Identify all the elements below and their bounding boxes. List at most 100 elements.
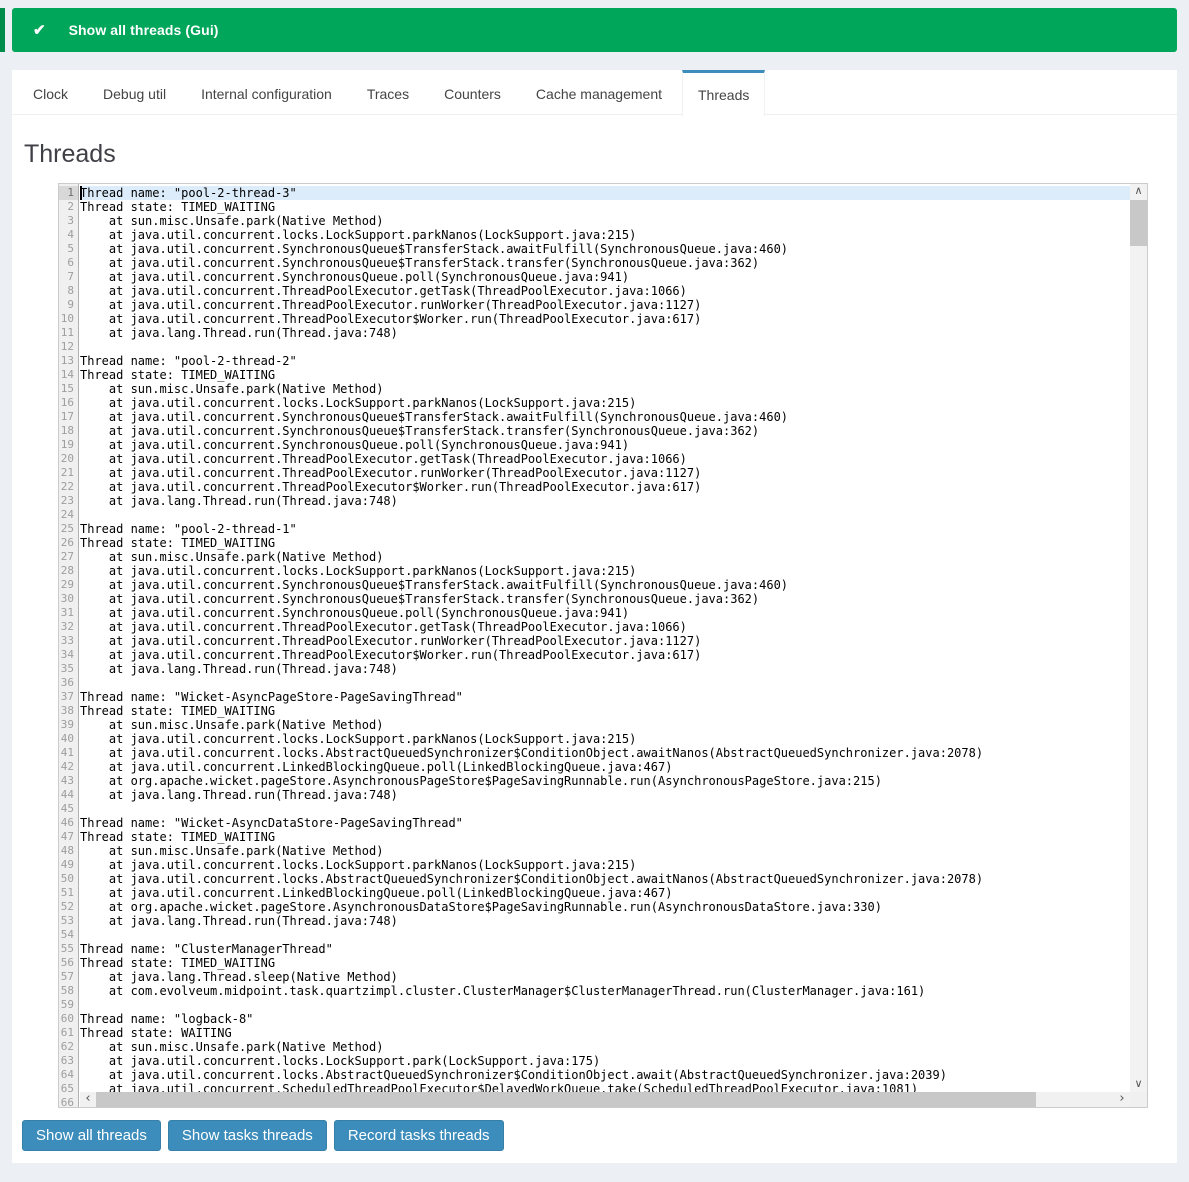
- gutter-line-number: 57: [59, 970, 78, 984]
- show-all-threads-button[interactable]: Show all threads: [22, 1120, 161, 1151]
- tab-traces[interactable]: Traces: [352, 70, 424, 115]
- tab-debug-util[interactable]: Debug util: [88, 70, 181, 115]
- code-line: at java.util.concurrent.ThreadPoolExecut…: [80, 648, 1130, 662]
- code-line: Thread state: TIMED_WAITING: [80, 200, 1130, 214]
- gutter-line-number: 21: [59, 466, 78, 480]
- scroll-left-arrow-icon[interactable]: ‹: [80, 1092, 96, 1107]
- vertical-scrollbar-thumb[interactable]: [1130, 200, 1147, 246]
- action-button-row: Show all threadsShow tasks threadsRecord…: [22, 1120, 504, 1151]
- gutter-line-number: 29: [59, 578, 78, 592]
- gutter-line-number: 65: [59, 1082, 78, 1096]
- tab-cache-management[interactable]: Cache management: [521, 70, 677, 115]
- code-line: at java.util.concurrent.ThreadPoolExecut…: [80, 284, 1130, 298]
- success-banner-message: Show all threads (Gui): [69, 22, 219, 38]
- gutter-line-number: 27: [59, 550, 78, 564]
- code-line: [80, 676, 1130, 690]
- gutter-line-number: 40: [59, 732, 78, 746]
- scrollbar-corner: [1130, 1092, 1147, 1107]
- code-line: at java.util.concurrent.SynchronousQueue…: [80, 424, 1130, 438]
- code-line: at java.lang.Thread.run(Thread.java:748): [80, 788, 1130, 802]
- code-line: Thread name: "logback-8": [80, 1012, 1130, 1026]
- gutter-line-number: 30: [59, 592, 78, 606]
- gutter-line-number: 43: [59, 774, 78, 788]
- code-line: at java.lang.Thread.run(Thread.java:748): [80, 662, 1130, 676]
- gutter-line-number: 44: [59, 788, 78, 802]
- tab-counters[interactable]: Counters: [429, 70, 516, 115]
- gutter-line-number: 58: [59, 984, 78, 998]
- gutter-line-number: 61: [59, 1026, 78, 1040]
- gutter-line-number: 15: [59, 382, 78, 396]
- show-tasks-threads-button[interactable]: Show tasks threads: [168, 1120, 327, 1151]
- code-line: at sun.misc.Unsafe.park(Native Method): [80, 382, 1130, 396]
- code-line: at java.util.concurrent.ThreadPoolExecut…: [80, 634, 1130, 648]
- gutter-line-number: 25: [59, 522, 78, 536]
- code-line: at java.util.concurrent.SynchronousQueue…: [80, 270, 1130, 284]
- gutter-line-number: 4: [59, 228, 78, 242]
- gutter-line-number: 42: [59, 760, 78, 774]
- code-line: [80, 802, 1130, 816]
- record-tasks-threads-button[interactable]: Record tasks threads: [334, 1120, 504, 1151]
- code-line: Thread name: "Wicket-AsyncDataStore-Page…: [80, 816, 1130, 830]
- gutter-line-number: 46: [59, 816, 78, 830]
- thread-dump-editor: 1234567891011121314151617181920212223242…: [58, 183, 1148, 1108]
- code-line: at java.util.concurrent.locks.LockSuppor…: [80, 228, 1130, 242]
- gutter-line-number: 17: [59, 410, 78, 424]
- scroll-up-arrow-icon[interactable]: ∧: [1130, 184, 1147, 200]
- gutter-line-number: 37: [59, 690, 78, 704]
- code-line: at java.util.concurrent.locks.AbstractQu…: [80, 746, 1130, 760]
- gutter-line-number: 10: [59, 312, 78, 326]
- code-area[interactable]: Thread name: "pool-2-thread-3"Thread sta…: [80, 184, 1130, 1107]
- code-line: at java.util.concurrent.SynchronousQueue…: [80, 578, 1130, 592]
- code-line: at sun.misc.Unsafe.park(Native Method): [80, 214, 1130, 228]
- gutter-line-number: 60: [59, 1012, 78, 1026]
- gutter-line-number: 32: [59, 620, 78, 634]
- gutter-line-number: 3: [59, 214, 78, 228]
- code-line: at java.util.concurrent.LinkedBlockingQu…: [80, 760, 1130, 774]
- gutter-line-number: 7: [59, 270, 78, 284]
- tab-card: ClockDebug utilInternal configurationTra…: [12, 70, 1177, 1163]
- gutter-line-number: 48: [59, 844, 78, 858]
- horizontal-scrollbar[interactable]: ‹ ›: [80, 1092, 1130, 1107]
- line-number-gutter: 1234567891011121314151617181920212223242…: [59, 184, 79, 1107]
- scroll-down-arrow-icon[interactable]: ∨: [1130, 1076, 1147, 1092]
- code-line: at java.util.concurrent.ThreadPoolExecut…: [80, 480, 1130, 494]
- gutter-line-number: 23: [59, 494, 78, 508]
- gutter-line-number: 9: [59, 298, 78, 312]
- code-line: Thread name: "pool-2-thread-1": [80, 522, 1130, 536]
- gutter-line-number: 20: [59, 452, 78, 466]
- tab-clock[interactable]: Clock: [18, 70, 83, 115]
- horizontal-scrollbar-thumb[interactable]: [96, 1092, 1036, 1107]
- tab-internal-configuration[interactable]: Internal configuration: [186, 70, 347, 115]
- gutter-line-number: 2: [59, 200, 78, 214]
- code-line: at java.lang.Thread.sleep(Native Method): [80, 970, 1130, 984]
- gutter-line-number: 51: [59, 886, 78, 900]
- vertical-scrollbar[interactable]: ∧ ∨: [1130, 184, 1147, 1092]
- alert-accent-strip: [0, 8, 5, 52]
- code-line: at java.util.concurrent.SynchronousQueue…: [80, 438, 1130, 452]
- code-line: at java.util.concurrent.SynchronousQueue…: [80, 592, 1130, 606]
- gutter-line-number: 19: [59, 438, 78, 452]
- gutter-line-number: 59: [59, 998, 78, 1012]
- code-line: at java.util.concurrent.ThreadPoolExecut…: [80, 452, 1130, 466]
- gutter-line-number: 26: [59, 536, 78, 550]
- gutter-line-number: 31: [59, 606, 78, 620]
- gutter-line-number: 66: [59, 1096, 78, 1107]
- code-line: [80, 928, 1130, 942]
- gutter-line-number: 39: [59, 718, 78, 732]
- gutter-line-number: 55: [59, 942, 78, 956]
- code-line: at java.util.concurrent.SynchronousQueue…: [80, 606, 1130, 620]
- tab-threads[interactable]: Threads: [682, 70, 765, 116]
- scroll-right-arrow-icon[interactable]: ›: [1114, 1092, 1130, 1107]
- code-line: at java.util.concurrent.LinkedBlockingQu…: [80, 886, 1130, 900]
- code-line: at sun.misc.Unsafe.park(Native Method): [80, 718, 1130, 732]
- code-line: Thread name: "pool-2-thread-3": [80, 186, 1130, 200]
- gutter-line-number: 1: [59, 186, 78, 200]
- code-line: Thread state: TIMED_WAITING: [80, 536, 1130, 550]
- code-line: at java.util.concurrent.locks.LockSuppor…: [80, 564, 1130, 578]
- code-line: at sun.misc.Unsafe.park(Native Method): [80, 1040, 1130, 1054]
- gutter-line-number: 36: [59, 676, 78, 690]
- gutter-line-number: 52: [59, 900, 78, 914]
- gutter-line-number: 34: [59, 648, 78, 662]
- gutter-line-number: 38: [59, 704, 78, 718]
- gutter-line-number: 33: [59, 634, 78, 648]
